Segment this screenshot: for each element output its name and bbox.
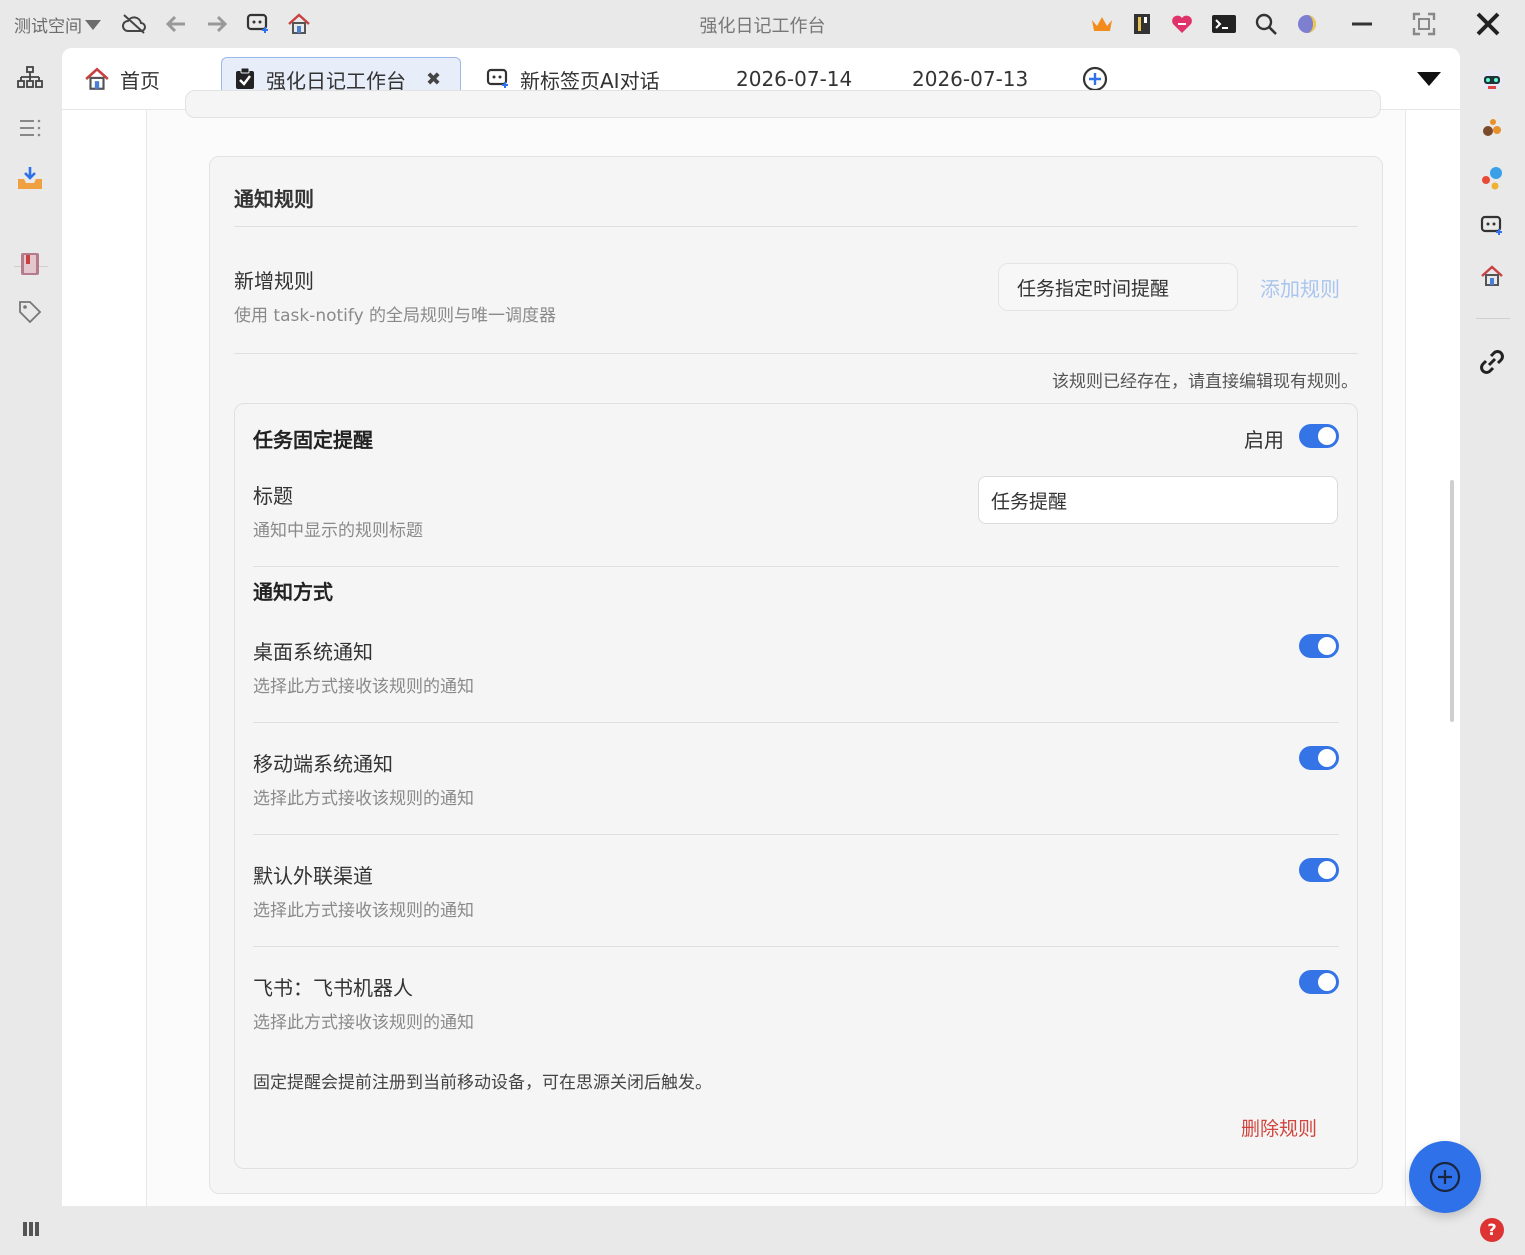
tab-label: 2026-07-14 xyxy=(736,67,853,91)
title-field-label: 标题 xyxy=(253,484,293,508)
minimize-icon[interactable] xyxy=(1348,10,1376,38)
divider xyxy=(253,834,1339,835)
main-panel: 首页 强化日记工作台 ✖ 新标签页AI对话 2026-07-14 2026-07… xyxy=(62,48,1460,1206)
ai-chat-icon[interactable] xyxy=(244,10,272,38)
clipboard-check-icon xyxy=(236,67,254,89)
tab-label: 2026-07-13 xyxy=(912,67,1029,91)
workspace-switcher[interactable]: 测试空间 xyxy=(14,12,102,37)
rule-name: 任务固定提醒 xyxy=(253,428,373,452)
plus-circle-icon xyxy=(1429,1161,1461,1193)
home-icon[interactable] xyxy=(285,10,313,38)
notebook-icon[interactable] xyxy=(1128,10,1156,38)
crown-icon[interactable] xyxy=(1088,10,1116,38)
ai-chat-add-icon[interactable] xyxy=(1478,212,1506,240)
method-description: 选择此方式接收该规则的通知 xyxy=(253,789,474,809)
toggle-default-channel[interactable] xyxy=(1299,858,1339,882)
divider xyxy=(253,722,1339,723)
left-dock xyxy=(0,48,62,1208)
rule-type-select[interactable]: 任务指定时间提醒 xyxy=(998,263,1238,311)
robot-icon[interactable] xyxy=(1478,66,1506,94)
workspace-name: 测试空间 xyxy=(14,17,82,37)
previous-section-card xyxy=(185,90,1381,118)
document-area: 通知规则 新增规则 使用 task-notify 的全局规则与唯一调度器 任务指… xyxy=(146,90,1406,1206)
method-description: 选择此方式接收该规则的通知 xyxy=(253,677,474,697)
method-label-mobile: 移动端系统通知 xyxy=(253,752,393,776)
divider xyxy=(253,566,1339,567)
home-icon xyxy=(85,67,109,90)
rail-divider xyxy=(1476,318,1510,319)
method-description: 选择此方式接收该规则的通知 xyxy=(253,1013,474,1033)
dock-toggle-icon[interactable] xyxy=(20,1218,42,1240)
toggle-desktop-notify[interactable] xyxy=(1299,634,1339,658)
rule-type-value: 任务指定时间提醒 xyxy=(1017,277,1170,300)
enable-label: 启用 xyxy=(1244,428,1284,452)
rule-title-input[interactable]: 任务提醒 xyxy=(978,476,1338,524)
new-rule-label: 新增规则 xyxy=(234,269,314,293)
caret-down-icon xyxy=(85,19,101,30)
outline-tree-icon[interactable] xyxy=(16,64,44,92)
scrollbar[interactable] xyxy=(1450,480,1454,722)
link-icon[interactable] xyxy=(1478,348,1506,376)
close-tab-icon[interactable]: ✖ xyxy=(426,69,441,90)
close-window-icon[interactable] xyxy=(1474,10,1502,38)
divider xyxy=(253,946,1339,947)
methods-title: 通知方式 xyxy=(253,580,333,604)
ai-chat-icon xyxy=(486,68,508,88)
maximize-icon[interactable] xyxy=(1410,10,1438,38)
right-dock xyxy=(1462,48,1525,1255)
tag-icon[interactable] xyxy=(16,298,44,326)
theme-moon-icon[interactable] xyxy=(1293,10,1321,38)
help-icon[interactable]: ? xyxy=(1480,1218,1504,1242)
caret-down-icon xyxy=(1417,72,1441,86)
title-bar: 测试空间 强化日记工作台 xyxy=(0,0,1525,48)
rule-editor: 任务固定提醒 启用 标题 通知中显示的规则标题 任务提醒 通知方式 桌面系统通知… xyxy=(234,403,1358,1169)
floating-add-button[interactable] xyxy=(1409,1141,1481,1213)
method-label-desktop: 桌面系统通知 xyxy=(253,640,373,664)
forward-arrow-icon[interactable] xyxy=(203,10,231,38)
tab-home[interactable]: 首页 xyxy=(72,57,172,101)
inbox-download-icon[interactable] xyxy=(16,164,44,192)
method-label-feishu: 飞书：飞书机器人 xyxy=(253,976,413,1000)
bubbles-orange-icon[interactable] xyxy=(1478,114,1506,142)
bubbles-color-icon[interactable] xyxy=(1478,164,1506,192)
rule-note: 固定提醒会提前注册到当前移动设备，可在思源关闭后触发。 xyxy=(253,1073,712,1093)
notification-rules-card: 通知规则 新增规则 使用 task-notify 的全局规则与唯一调度器 任务指… xyxy=(209,156,1383,1194)
title-field-description: 通知中显示的规则标题 xyxy=(253,521,423,541)
method-description: 选择此方式接收该规则的通知 xyxy=(253,901,474,921)
tab-label: 首页 xyxy=(120,68,160,93)
list-icon[interactable] xyxy=(16,114,44,142)
add-rule-button[interactable]: 添加规则 xyxy=(1260,273,1340,302)
tab-list-dropdown[interactable] xyxy=(1404,57,1454,101)
rule-exists-note: 该规则已经存在，请直接编辑现有规则。 xyxy=(1052,372,1358,392)
heart-plugin-icon[interactable] xyxy=(1168,10,1196,38)
divider xyxy=(234,353,1358,354)
new-rule-description: 使用 task-notify 的全局规则与唯一调度器 xyxy=(234,306,557,326)
cloud-off-icon[interactable] xyxy=(120,10,148,38)
home-icon[interactable] xyxy=(1478,262,1506,290)
toggle-mobile-notify[interactable] xyxy=(1299,746,1339,770)
editor-content: 通知规则 新增规则 使用 task-notify 的全局规则与唯一调度器 任务指… xyxy=(62,90,1460,1206)
card-title: 通知规则 xyxy=(234,187,314,211)
search-icon[interactable] xyxy=(1252,10,1280,38)
terminal-icon[interactable] xyxy=(1210,10,1238,38)
enable-toggle[interactable] xyxy=(1299,424,1339,448)
plus-circle-icon xyxy=(1082,66,1108,92)
back-arrow-icon[interactable] xyxy=(162,10,190,38)
toggle-feishu-bot[interactable] xyxy=(1299,970,1339,994)
delete-rule-button[interactable]: 删除规则 xyxy=(1241,1114,1317,1141)
book-icon[interactable] xyxy=(16,250,44,278)
method-label-default-channel: 默认外联渠道 xyxy=(253,864,373,888)
divider xyxy=(234,226,1358,227)
